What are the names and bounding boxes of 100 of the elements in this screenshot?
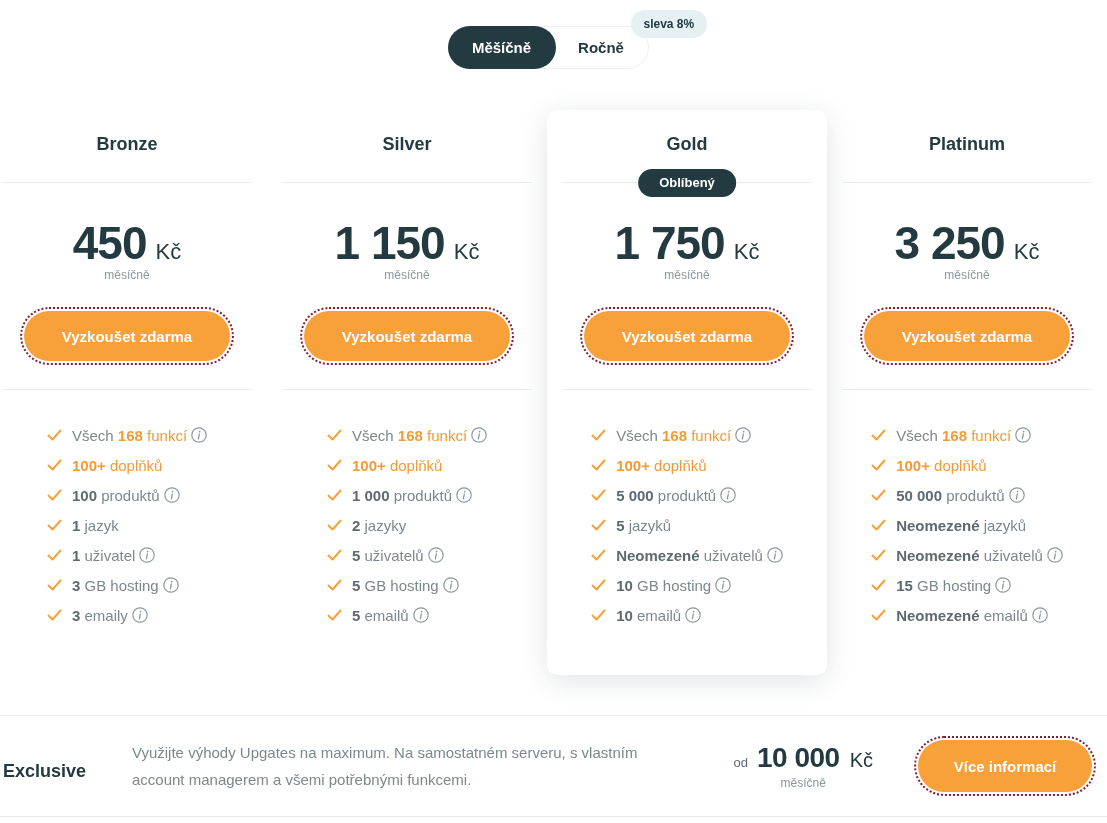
info-icon[interactable] — [412, 607, 429, 623]
feature-text: Neomezené emailů — [896, 606, 1028, 624]
plan-title: Bronze — [95, 133, 159, 156]
check-icon — [46, 459, 62, 471]
feature-text: 100+ doplňků — [896, 456, 987, 474]
discount-badge: sleva 8% — [630, 10, 708, 38]
price-amount: 450 — [72, 219, 147, 267]
check-icon — [871, 519, 887, 531]
info-icon[interactable] — [131, 607, 148, 623]
info-icon[interactable] — [766, 547, 783, 563]
feature-text: Neomezené jazyků — [896, 516, 1027, 534]
price-period: měsíčně — [780, 775, 826, 791]
feature-text: Všech 168 funkcí — [351, 426, 468, 444]
info-icon[interactable] — [995, 577, 1012, 593]
check-icon — [591, 489, 607, 501]
price-amount: 1 750 — [614, 219, 725, 267]
price-amount: 3 250 — [894, 219, 1005, 267]
feature-text: 1 uživatel — [71, 546, 136, 564]
info-icon[interactable] — [163, 487, 180, 503]
check-icon — [871, 579, 887, 591]
check-icon — [326, 489, 342, 501]
check-icon — [46, 519, 62, 531]
feature-text: 100+ doplňků — [351, 456, 443, 474]
check-icon — [326, 549, 342, 561]
check-icon — [591, 549, 607, 561]
info-icon[interactable] — [442, 577, 459, 593]
check-icon — [871, 459, 887, 471]
check-icon — [46, 489, 62, 501]
price-currency: Kč — [155, 239, 182, 265]
info-icon[interactable] — [1015, 427, 1032, 443]
exclusive-title: Exclusive — [3, 760, 88, 782]
check-icon — [326, 579, 342, 591]
check-icon — [326, 609, 342, 621]
plan-title: Platinum — [928, 133, 1006, 156]
feature-text: Neomezené uživatelů — [616, 546, 763, 564]
price-currency: Kč — [849, 749, 873, 772]
feature-text: 15 GB hosting — [896, 576, 992, 594]
feature-text: 1 000 produktů — [351, 486, 453, 504]
info-icon[interactable] — [685, 607, 702, 623]
check-icon — [871, 609, 887, 621]
info-icon[interactable] — [735, 427, 752, 443]
price-currency: Kč — [453, 239, 480, 265]
check-icon — [591, 579, 607, 591]
feature-text: 100 produktů — [71, 486, 160, 504]
feature-text: 50 000 produktů — [896, 486, 1005, 504]
check-icon — [591, 609, 607, 621]
info-icon[interactable] — [1031, 607, 1048, 623]
exclusive-description: Využijte výhody Upgates na maximum. Na samostatném serveru, s vlastním account managerem a všemi potřebnými funkcemi. — [132, 743, 639, 790]
feature-text: Neomezené uživatelů — [896, 546, 1043, 564]
info-icon[interactable] — [471, 427, 488, 443]
check-icon — [46, 609, 62, 621]
info-icon[interactable] — [456, 487, 473, 503]
info-icon[interactable] — [162, 577, 179, 593]
feature-text: 3 emaily — [71, 606, 128, 624]
check-icon — [326, 519, 342, 531]
feature-text: Všech 168 funkcí — [71, 426, 188, 444]
check-icon — [871, 549, 887, 561]
info-icon[interactable] — [1008, 487, 1025, 503]
check-icon — [326, 429, 342, 441]
feature-text: 3 GB hosting — [71, 576, 159, 594]
check-icon — [46, 549, 62, 561]
price-prefix: od — [733, 755, 748, 770]
info-icon[interactable] — [720, 487, 737, 503]
price-period: měsíčně — [103, 267, 151, 283]
check-icon — [591, 459, 607, 471]
feature-text: 5 GB hosting — [351, 576, 439, 594]
feature-text: 5 emailů — [351, 606, 409, 624]
price-period: měsíčně — [663, 267, 711, 283]
price-currency: Kč — [1013, 239, 1040, 265]
info-icon[interactable] — [1046, 547, 1063, 563]
feature-text: 5 uživatelů — [351, 546, 424, 564]
info-icon[interactable] — [427, 547, 444, 563]
popular-badge: Oblíbený — [638, 168, 736, 197]
check-icon — [46, 429, 62, 441]
check-icon — [326, 459, 342, 471]
check-icon — [871, 489, 887, 501]
info-icon[interactable] — [715, 577, 732, 593]
feature-text: 5 000 produktů — [616, 486, 717, 504]
check-icon — [591, 519, 607, 531]
check-icon — [871, 429, 887, 441]
billing-tab[interactable]: Měšíčně — [447, 26, 556, 69]
feature-text: 100+ doplňků — [71, 456, 163, 474]
price-amount: 10 000 — [757, 741, 840, 775]
price-period: měsíčně — [943, 267, 991, 283]
feature-text: 10 GB hosting — [616, 576, 712, 594]
info-icon[interactable] — [191, 427, 208, 443]
feature-text: Všech 168 funkcí — [616, 426, 732, 444]
feature-text: 1 jazyk — [71, 516, 119, 534]
feature-text: Všech 168 funkcí — [896, 426, 1012, 444]
feature-text: 100+ doplňků — [616, 456, 707, 474]
plan-title: Silver — [381, 133, 433, 156]
feature-text: 10 emailů — [616, 606, 682, 624]
price-period: měsíčně — [383, 267, 431, 283]
check-icon — [591, 429, 607, 441]
info-icon[interactable] — [139, 547, 156, 563]
price-amount: 1 150 — [334, 219, 445, 267]
feature-text: 2 jazyky — [351, 516, 407, 534]
check-icon — [46, 579, 62, 591]
plan-title: Gold — [665, 133, 709, 156]
price-currency: Kč — [733, 239, 760, 265]
